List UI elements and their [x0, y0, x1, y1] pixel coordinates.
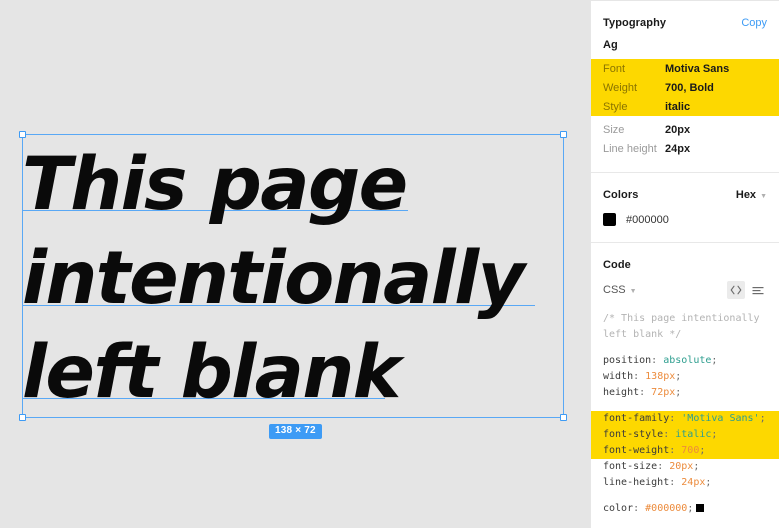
code-section-header: Code — [591, 243, 779, 281]
code-decl-line-height-value: 24px — [681, 477, 706, 488]
typography-row-font-value: Motiva Sans — [665, 62, 730, 75]
typography-row-size: Size 20px — [591, 120, 779, 139]
code-decl-position: position: absolute; — [603, 355, 718, 366]
code-spacer-2 — [591, 401, 779, 411]
typography-row-style-key: Style — [603, 100, 628, 113]
code-decl-font-size: font-size: 20px; — [603, 461, 700, 472]
typography-row-line-height: Line height 24px — [591, 139, 779, 158]
code-decl-position-prop: position — [603, 355, 652, 366]
code-decl-font-size-prop: font-size — [603, 461, 658, 472]
typography-row-weight-key: Weight — [603, 81, 638, 94]
code-decl-font-family-prop: font-family — [603, 413, 670, 424]
code-decl-font-style: font-style: italic; — [591, 427, 779, 443]
code-decl-font-weight: font-weight: 700; — [591, 443, 779, 459]
text-lines-icon[interactable] — [749, 281, 767, 299]
typography-title: Typography — [603, 17, 667, 29]
inspect-app: This page intentionally left blank 138 ×… — [0, 0, 779, 528]
code-decl-font-weight-value: 700 — [681, 445, 700, 456]
color-swatch — [603, 213, 616, 226]
code-decl-color: color: #000000; — [591, 501, 779, 517]
code-title: Code — [603, 259, 631, 271]
typography-row-weight: Weight 700, Bold — [591, 78, 779, 97]
typography-row-size-value: 20px — [665, 123, 691, 136]
code-comment-text: /* This page intentionally left blank */ — [603, 313, 766, 340]
code-decl-font-style-prop: font-style — [603, 429, 664, 440]
canvas-text-layer[interactable]: This page intentionally left blank — [22, 138, 567, 420]
color-format-dropdown[interactable]: Hex ▼ — [736, 189, 767, 201]
typography-property-table: Font Motiva Sans Weight 700, Bold Style … — [591, 59, 779, 172]
code-decl-width-value: 138px — [645, 371, 676, 382]
typography-section-header: Typography Copy — [591, 1, 779, 39]
colors-section-header: Colors Hex ▼ — [591, 173, 779, 211]
code-language-value: CSS — [603, 284, 626, 296]
resize-handle-top-right[interactable] — [560, 131, 567, 138]
typography-row-font-key: Font — [603, 62, 626, 75]
typography-row-style-value: italic — [665, 100, 691, 113]
code-brackets-icon[interactable] — [727, 281, 745, 299]
typography-row-style: Style italic — [591, 97, 779, 116]
chevron-down-icon: ▼ — [629, 287, 637, 295]
color-hex-value: #000000 — [626, 213, 669, 226]
code-decl-color-prop: color — [603, 503, 634, 514]
code-language-dropdown[interactable]: CSS ▼ — [603, 284, 637, 296]
code-decl-width: width: 138px; — [603, 371, 682, 382]
typography-row-line-height-value: 24px — [665, 142, 691, 155]
typography-row-font: Font Motiva Sans — [591, 59, 779, 78]
code-block[interactable]: /* This page intentionally left blank */… — [591, 309, 779, 517]
resize-handle-top-left[interactable] — [19, 131, 26, 138]
typography-row-size-key: Size — [603, 123, 625, 136]
code-decl-font-weight-prop: font-weight — [603, 445, 670, 456]
chevron-down-icon: ▼ — [760, 192, 767, 200]
colors-title: Colors — [603, 189, 639, 201]
code-decl-font-style-value: italic — [675, 429, 712, 440]
code-decl-line-height-prop: line-height — [603, 477, 670, 488]
code-spacer-1 — [591, 343, 779, 353]
typography-copy-button[interactable]: Copy — [741, 17, 767, 29]
code-decl-font-family: font-family: 'Motiva Sans'; — [591, 411, 779, 427]
code-color-swatch — [696, 504, 705, 512]
typography-row-line-height-key: Line height — [603, 142, 657, 155]
code-decl-width-prop: width — [603, 371, 634, 382]
inspector-panel: Typography Copy Ag Font Motiva Sans Weig… — [590, 0, 779, 528]
code-spacer-3 — [591, 491, 779, 501]
color-swatch-row[interactable]: #000000 — [591, 211, 779, 242]
code-decl-height: height: 72px; — [603, 387, 682, 398]
code-decl-position-value: absolute — [663, 355, 712, 366]
code-decl-color-value: #000000 — [645, 503, 688, 514]
code-decl-font-family-value: 'Motiva Sans' — [681, 413, 760, 424]
code-view-toggle-group — [727, 281, 767, 299]
typography-ag-preview: Ag — [603, 39, 618, 51]
code-decl-height-value: 72px — [651, 387, 676, 398]
color-format-value: Hex — [735, 189, 757, 201]
code-decl-line-height: line-height: 24px; — [603, 477, 712, 488]
design-canvas[interactable]: This page intentionally left blank 138 ×… — [0, 0, 590, 528]
code-decl-height-prop: height — [603, 387, 640, 398]
code-toolbar: CSS ▼ — [591, 281, 779, 309]
code-decl-font-size-value: 20px — [669, 461, 694, 472]
typography-row-weight-value: 700, Bold — [665, 81, 714, 94]
code-comment-line: /* This page intentionally left blank */ — [591, 311, 779, 343]
selection-size-badge: 138 × 72 — [269, 424, 322, 439]
